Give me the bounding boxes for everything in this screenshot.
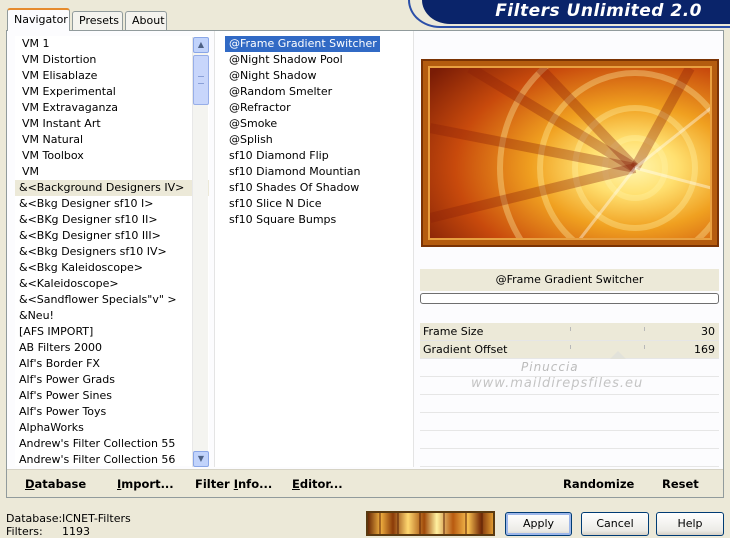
category-item[interactable]: VM Natural (15, 132, 209, 148)
apply-button[interactable]: Apply (505, 512, 572, 536)
editor-button[interactable]: Editor... (292, 477, 343, 491)
category-list[interactable]: VM 1 VM Distortion VM Elisablaze VM Experim… (15, 36, 209, 466)
filters-count: 1193 (62, 525, 90, 538)
category-item[interactable]: Andrew's Filter Collection 56 (15, 452, 209, 466)
tab-about[interactable]: About (125, 11, 167, 30)
category-item[interactable]: VM Elisablaze (15, 68, 209, 84)
preview-frame (421, 59, 719, 247)
empty-parameter-row (420, 413, 719, 431)
filter-item[interactable]: @Random Smelter (225, 84, 413, 100)
thumbnail-graphic (368, 513, 493, 534)
preview-gradient-graphic (430, 68, 710, 238)
category-item[interactable]: Alf's Power Grads (15, 372, 209, 388)
parameter-row[interactable]: Gradient Offset 169 (420, 341, 719, 359)
database-button[interactable]: Database (25, 477, 86, 491)
category-item[interactable]: VM Instant Art (15, 116, 209, 132)
frame-thumbnail (366, 511, 495, 536)
category-scrollbar[interactable]: ▲ ▼ (192, 37, 209, 467)
slider-pointer-icon (610, 351, 626, 359)
filter-item[interactable]: @Night Shadow (225, 68, 413, 84)
category-item[interactable]: &<Kaleidoscope> (15, 276, 209, 292)
filter-item[interactable]: @Smoke (225, 116, 413, 132)
filter-item[interactable]: @Refractor (225, 100, 413, 116)
preview-image (428, 66, 712, 240)
category-item[interactable]: &<Background Designers IV> (15, 180, 209, 196)
category-item[interactable]: [AFS IMPORT] (15, 324, 209, 340)
category-item[interactable]: VM Experimental (15, 84, 209, 100)
category-item[interactable]: AlphaWorks (15, 420, 209, 436)
slider-tick (644, 345, 645, 349)
filter-item[interactable]: sf10 Square Bumps (225, 212, 413, 228)
status-area: Database:ICNET-Filters Filters: 1193 (6, 512, 131, 538)
slider-tick (570, 327, 571, 331)
navigator-panel: VM 1 VM Distortion VM Elisablaze VM Experim… (6, 30, 724, 498)
parameter-label: Frame Size (423, 325, 484, 338)
parameter-value: 169 (694, 343, 715, 356)
progress-bar (420, 293, 719, 304)
parameter-label: Gradient Offset (423, 343, 508, 356)
category-item[interactable]: Alf's Border FX (15, 356, 209, 372)
watermark-url: www.maildirepsfiles.eu (471, 376, 644, 391)
category-item[interactable]: VM Extravaganza (15, 100, 209, 116)
category-item[interactable]: &<BKg Designer sf10 III> (15, 228, 209, 244)
filter-item[interactable]: sf10 Shades Of Shadow (225, 180, 413, 196)
help-button[interactable]: Help (656, 512, 724, 536)
reset-button[interactable]: Reset (662, 477, 699, 491)
filter-item[interactable]: @Frame Gradient Switcher (225, 36, 380, 52)
category-item[interactable]: &<Bkg Kaleidoscope> (15, 260, 209, 276)
import-button[interactable]: Import... (117, 477, 174, 491)
randomize-button[interactable]: Randomize (563, 477, 634, 491)
cancel-button[interactable]: Cancel (581, 512, 649, 536)
category-item[interactable]: &<Bkg Designers sf10 IV> (15, 244, 209, 260)
category-item[interactable]: VM 1 (15, 36, 209, 52)
filter-info-button[interactable]: Filter Info... (195, 477, 272, 491)
preview-filter-name: @Frame Gradient Switcher (420, 269, 719, 291)
parameter-value: 30 (701, 325, 715, 338)
category-item[interactable]: &<BKg Designer sf10 II> (15, 212, 209, 228)
watermark-author: Pinuccia (521, 360, 579, 374)
scroll-up-button[interactable]: ▲ (193, 37, 209, 53)
scroll-thumb[interactable] (193, 55, 209, 105)
category-item[interactable]: VM Distortion (15, 52, 209, 68)
category-item[interactable]: VM (15, 164, 209, 180)
database-label: Database: (6, 512, 63, 525)
title-banner: Filters Unlimited 2.0 (422, 0, 730, 24)
filters-label: Filters: (6, 525, 43, 538)
filter-list[interactable]: @Frame Gradient Switcher @Night Shadow Po… (214, 31, 414, 467)
tab-presets[interactable]: Presets (72, 11, 123, 30)
empty-parameter-row (420, 431, 719, 449)
filter-item[interactable]: sf10 Diamond Flip (225, 148, 413, 164)
category-item[interactable]: &<Bkg Designer sf10 I> (15, 196, 209, 212)
filter-item[interactable]: @Splish (225, 132, 413, 148)
category-item[interactable]: Andrew's Filter Collection 55 (15, 436, 209, 452)
category-item[interactable]: VM Toolbox (15, 148, 209, 164)
category-item[interactable]: &<Sandflower Specials"v" > (15, 292, 209, 308)
empty-parameter-row (420, 449, 719, 467)
empty-parameter-row (420, 395, 719, 413)
tab-navigator[interactable]: Navigator (7, 8, 70, 31)
bottom-toolbar: Database Import... Filter Info... Editor… (7, 469, 723, 497)
filter-item[interactable]: sf10 Slice N Dice (225, 196, 413, 212)
category-item[interactable]: Alf's Power Toys (15, 404, 209, 420)
database-value: ICNET-Filters (62, 512, 131, 525)
parameter-list: Frame Size 30 Gradient Offset 169 (420, 323, 719, 467)
slider-tick (644, 327, 645, 331)
parameter-row[interactable]: Frame Size 30 (420, 323, 719, 341)
grip-icon (198, 76, 204, 84)
app-title: Filters Unlimited 2.0 (495, 1, 702, 21)
slider-tick (570, 345, 571, 349)
filter-item[interactable]: @Night Shadow Pool (225, 52, 413, 68)
category-item[interactable]: Alf's Power Sines (15, 388, 209, 404)
category-item[interactable]: AB Filters 2000 (15, 340, 209, 356)
filter-item[interactable]: sf10 Diamond Mountian (225, 164, 413, 180)
category-item[interactable]: &Neu! (15, 308, 209, 324)
scroll-down-button[interactable]: ▼ (193, 451, 209, 467)
